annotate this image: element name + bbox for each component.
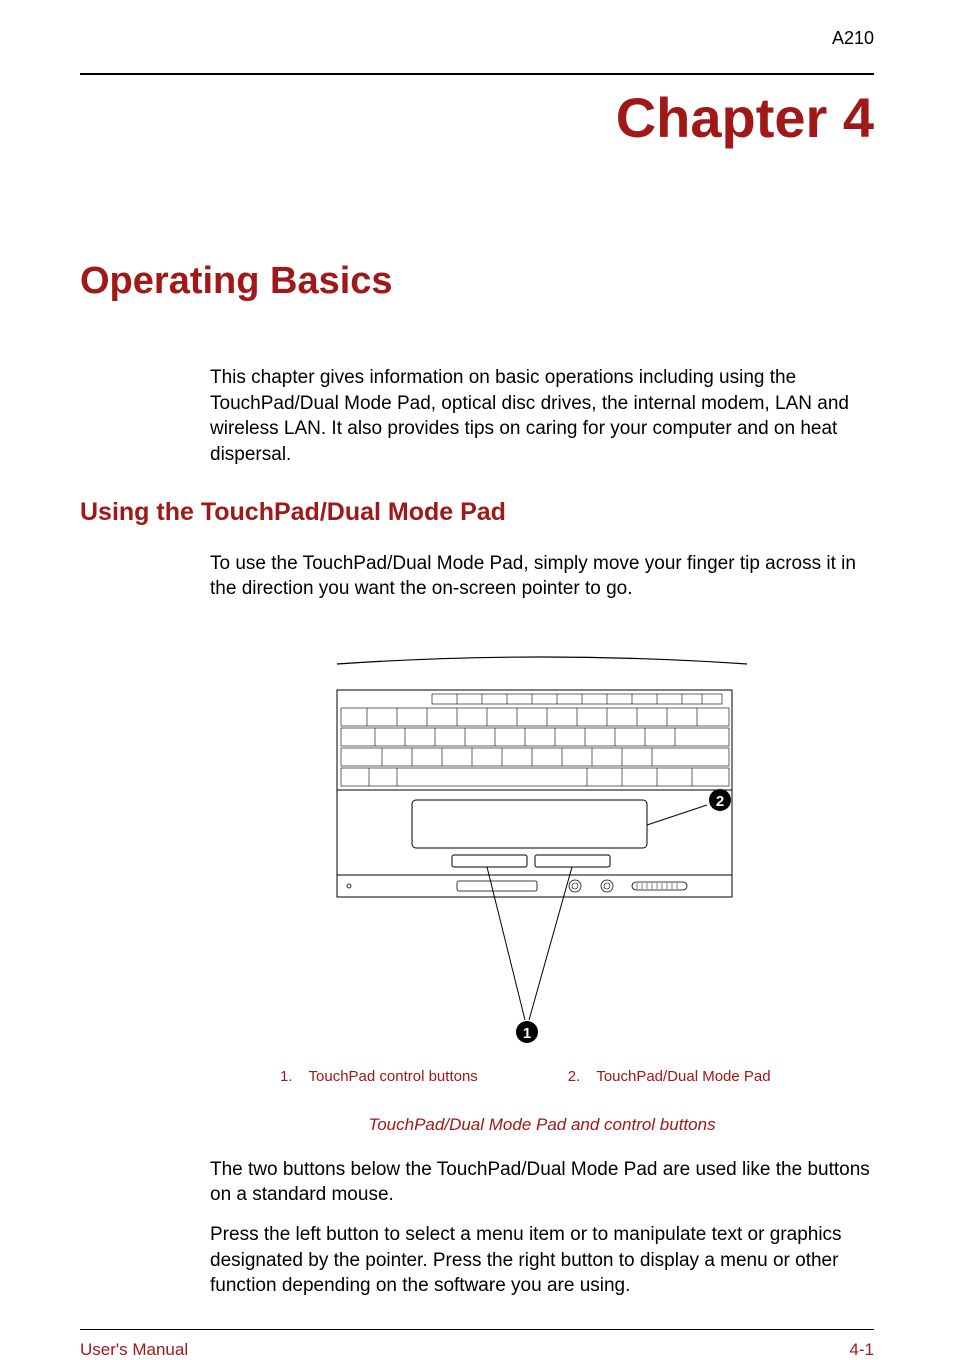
legend-num-1: 1.: [280, 1068, 293, 1085]
footer-left: User's Manual: [80, 1340, 188, 1360]
callout-1: 1: [523, 1025, 531, 1042]
touchpad-para3: Press the left button to select a menu i…: [210, 1222, 874, 1299]
legend-num-2: 2.: [568, 1068, 581, 1085]
figure-touchpad: 2 1: [210, 650, 874, 1050]
legend-item-2: 2. TouchPad/Dual Mode Pad: [568, 1068, 771, 1085]
callout-2: 2: [716, 793, 724, 810]
intro-paragraph: This chapter gives information on basic …: [210, 365, 874, 468]
page-footer: User's Manual 4-1: [80, 1329, 874, 1360]
header-divider: [80, 73, 874, 75]
model-number: A210: [80, 28, 874, 49]
legend-text-2: TouchPad/Dual Mode Pad: [596, 1068, 770, 1085]
touchpad-para2: The two buttons below the TouchPad/Dual …: [210, 1157, 874, 1208]
chapter-title: Chapter 4: [80, 85, 874, 150]
legend-text-1: TouchPad control buttons: [309, 1068, 478, 1085]
footer-right: 4-1: [849, 1340, 874, 1360]
section-title: Operating Basics: [80, 260, 874, 303]
subsection-title: Using the TouchPad/Dual Mode Pad: [80, 498, 874, 527]
figure-legend: 1. TouchPad control buttons 2. TouchPad/…: [280, 1068, 874, 1085]
touchpad-para1: To use the TouchPad/Dual Mode Pad, simpl…: [210, 551, 874, 602]
figure-caption: TouchPad/Dual Mode Pad and control butto…: [210, 1115, 874, 1135]
legend-item-1: 1. TouchPad control buttons: [280, 1068, 478, 1085]
touchpad-illustration: 2 1: [327, 650, 757, 1050]
